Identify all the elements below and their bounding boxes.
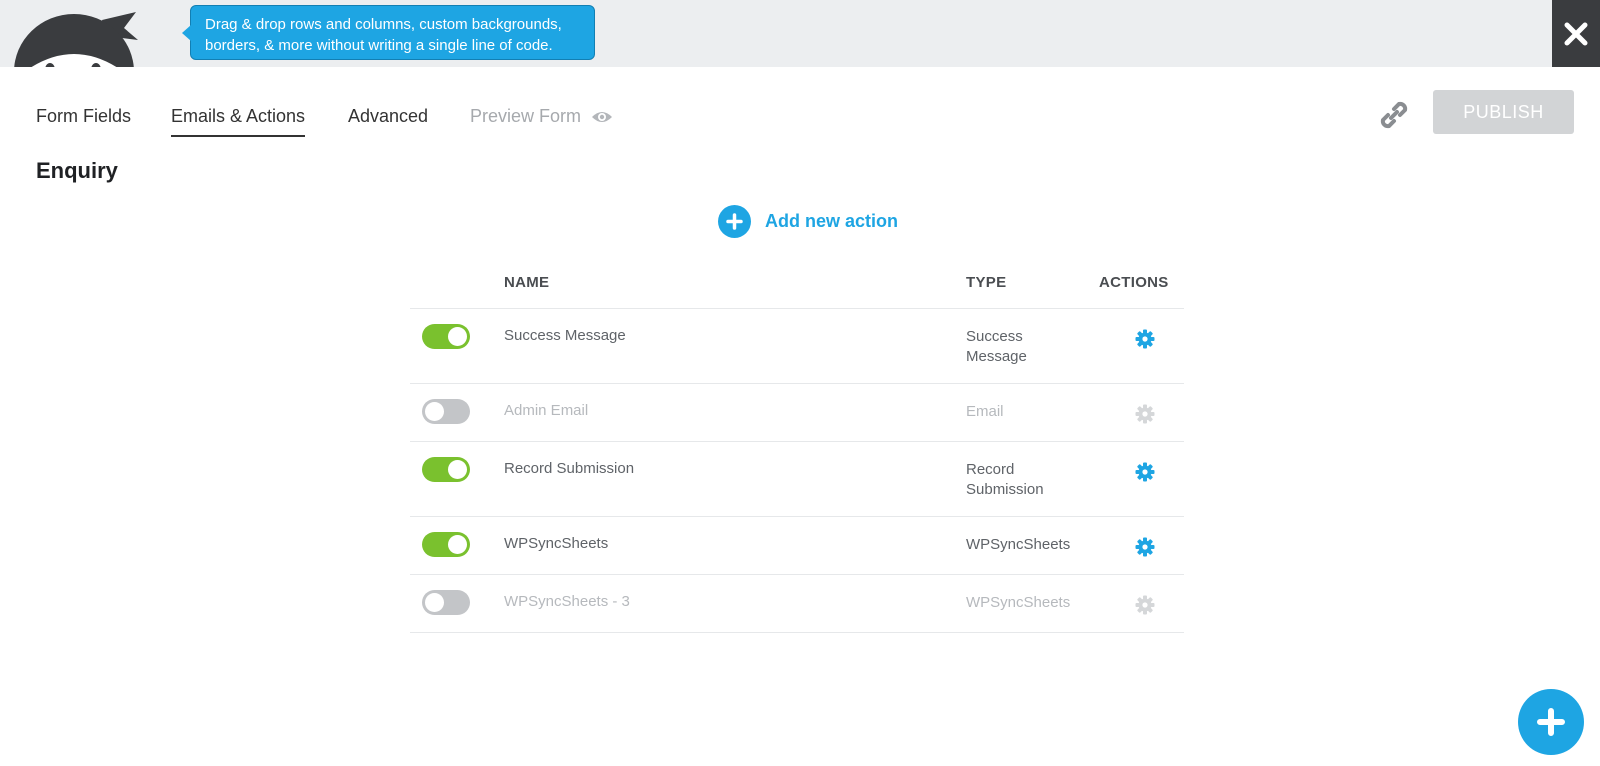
promo-text-line-2: borders, & more without writing a single… [205, 37, 553, 54]
action-name: Admin Email [504, 402, 589, 419]
table-row: WPSyncSheets WPSyncSheets [410, 517, 1184, 575]
action-name: Success Message [504, 327, 626, 344]
plus-icon [718, 205, 751, 238]
action-toggle[interactable] [422, 590, 470, 615]
table-row: Success Message Success Message [410, 309, 1184, 384]
add-new-action-label: Add new action [765, 211, 899, 231]
column-header-actions: ACTIONS [1099, 274, 1169, 291]
column-header-type: TYPE [966, 274, 1007, 291]
gear-icon[interactable] [1135, 537, 1155, 557]
tab-preview-form[interactable]: Preview Form [470, 106, 613, 135]
link-icon[interactable] [1377, 98, 1411, 132]
tab-preview-label: Preview Form [470, 106, 582, 126]
action-type: Record Submission [966, 461, 1044, 498]
promo-tooltip[interactable]: Drag & drop rows and columns, custom bac… [182, 5, 595, 60]
action-toggle[interactable] [422, 324, 470, 349]
action-name: Record Submission [504, 460, 635, 477]
gear-icon[interactable] [1135, 404, 1155, 424]
action-type: WPSyncSheets [966, 594, 1071, 611]
action-name: WPSyncSheets [504, 535, 609, 552]
actions-table: NAME TYPE ACTIONS Success Message Succes… [410, 268, 1184, 633]
action-toggle[interactable] [422, 457, 470, 482]
ninja-mascot-icon [14, 10, 144, 67]
tab-emails-actions[interactable]: Emails & Actions [171, 106, 306, 137]
action-toggle[interactable] [422, 532, 470, 557]
table-row: Admin Email Email [410, 384, 1184, 442]
table-row: Record Submission Record Submission [410, 442, 1184, 517]
tab-advanced[interactable]: Advanced [348, 106, 428, 135]
action-type: WPSyncSheets [966, 536, 1071, 553]
gear-icon[interactable] [1135, 595, 1155, 615]
promo-bar: Drag & drop rows and columns, custom bac… [0, 0, 1600, 67]
gear-icon[interactable] [1135, 329, 1155, 349]
column-header-name: NAME [504, 274, 550, 291]
action-type: Success Message [966, 328, 1027, 365]
publish-button[interactable]: PUBLISH [1433, 90, 1574, 134]
table-header: NAME TYPE ACTIONS [410, 268, 1184, 309]
gear-icon[interactable] [1135, 462, 1155, 482]
close-button[interactable] [1552, 0, 1600, 67]
close-icon [1564, 22, 1588, 45]
action-type: Email [966, 403, 1004, 420]
eye-icon [592, 111, 613, 122]
action-name: WPSyncSheets - 3 [504, 593, 630, 610]
action-toggle[interactable] [422, 399, 470, 424]
form-title: Enquiry [36, 158, 118, 183]
add-field-fab-button[interactable] [1518, 689, 1584, 755]
table-row: WPSyncSheets - 3 WPSyncSheets [410, 575, 1184, 633]
tab-form-fields[interactable]: Form Fields [36, 106, 131, 135]
plus-icon [1537, 708, 1565, 736]
promo-text-line-1: Drag & drop rows and columns, custom bac… [205, 16, 562, 33]
add-new-action-button[interactable]: Add new action [718, 205, 898, 238]
